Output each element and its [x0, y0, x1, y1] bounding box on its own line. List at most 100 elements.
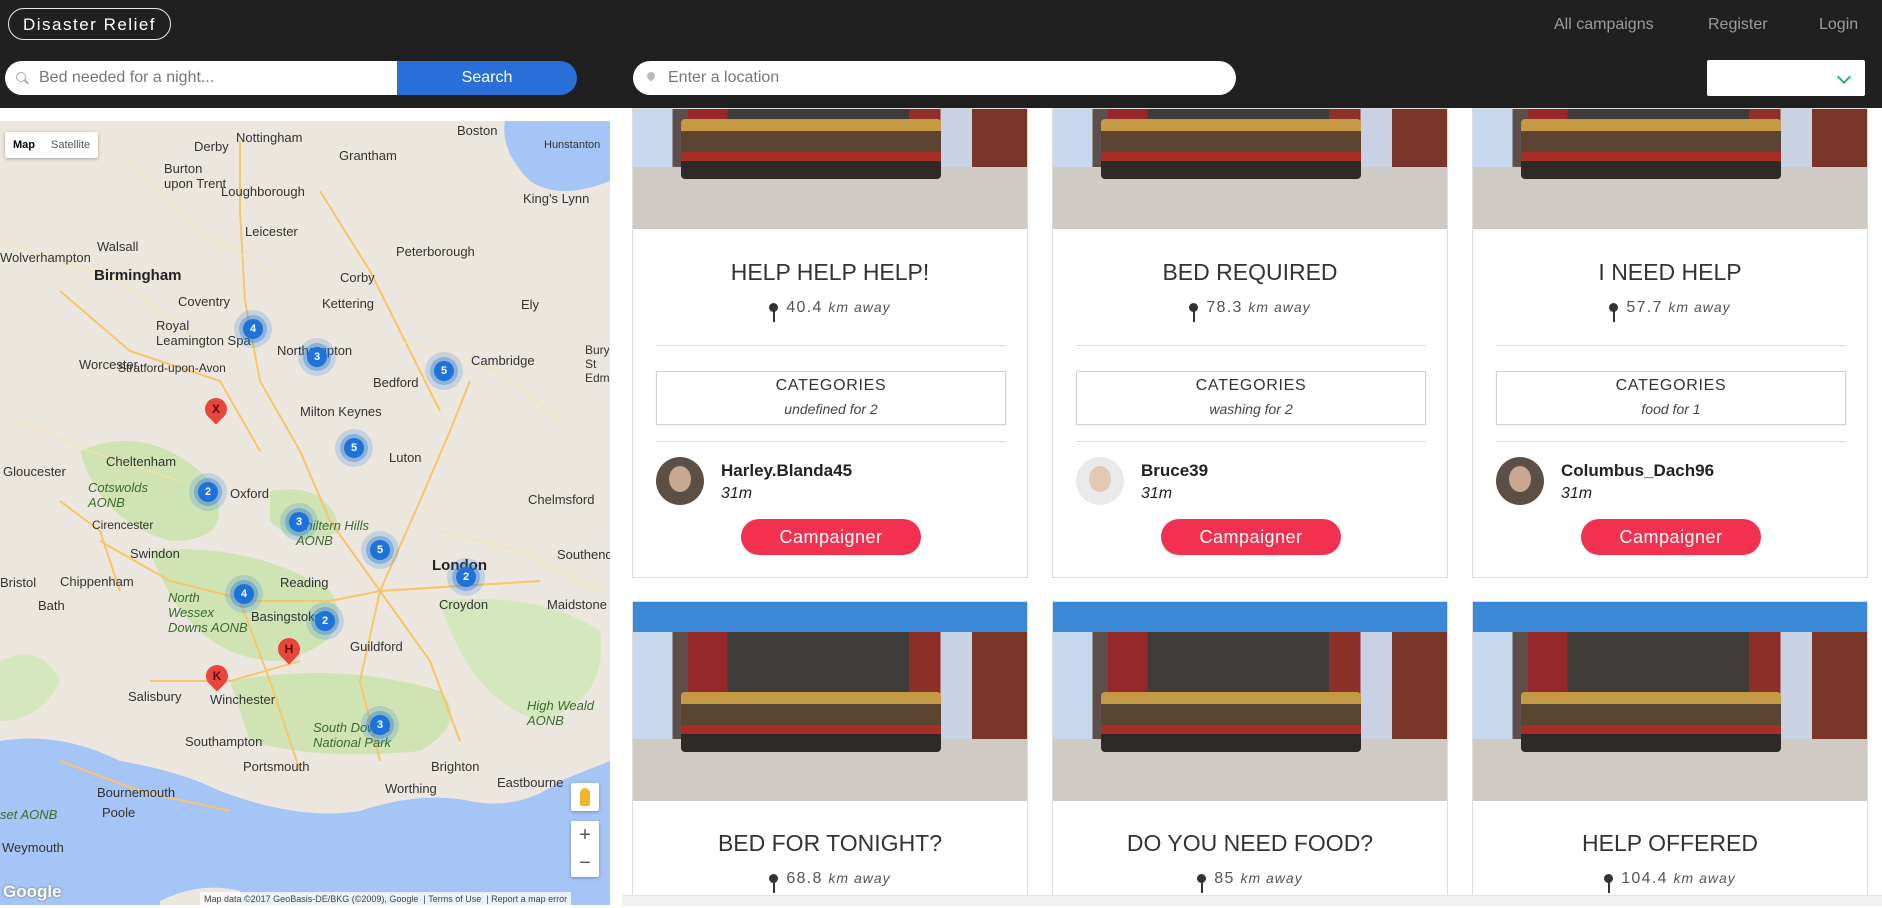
- map-pin-marker[interactable]: H: [273, 633, 305, 665]
- street-view-pegman-icon[interactable]: [571, 783, 599, 811]
- map-cluster-marker[interactable]: 2: [315, 611, 335, 631]
- campaign-card[interactable]: HELP HELP HELP! 40.4 km away CATEGORIES …: [632, 108, 1028, 578]
- campaign-time: 31m: [1141, 485, 1173, 502]
- campaign-distance: 78.3 km away: [1053, 299, 1447, 322]
- categories-label: CATEGORIES: [1615, 377, 1727, 394]
- map-cluster-marker[interactable]: 4: [234, 584, 254, 604]
- campaigner-button[interactable]: Campaigner: [1161, 519, 1341, 555]
- location-pin-icon: [1189, 303, 1199, 322]
- campaign-title: BED FOR TONIGHT?: [717, 830, 943, 856]
- map-pin-marker[interactable]: K: [201, 660, 233, 692]
- map-cluster-marker[interactable]: 4: [243, 319, 263, 339]
- divider: [1076, 345, 1426, 346]
- map-terms-link[interactable]: Terms of Use: [428, 894, 481, 904]
- map-place-label: Loughborough: [221, 184, 305, 199]
- location-input[interactable]: Enter a location: [633, 61, 1236, 95]
- map-place-label: Leicester: [245, 224, 298, 239]
- search-placeholder: Bed needed for a night...: [39, 69, 215, 86]
- map-place-label: Milton Keynes: [300, 404, 382, 419]
- map-cluster-marker[interactable]: 2: [456, 567, 476, 587]
- campaigner-username[interactable]: Bruce39: [1141, 461, 1208, 481]
- map-type-control: Map Satellite: [5, 132, 99, 158]
- map-place-label: Oxford: [230, 486, 270, 501]
- divider: [1076, 441, 1426, 442]
- map-zoom-control: + −: [571, 821, 599, 877]
- search-button[interactable]: Search: [397, 61, 577, 95]
- map-type-map-button[interactable]: Map: [5, 132, 43, 158]
- campaign-image: [1053, 109, 1447, 229]
- map-cluster-marker[interactable]: 3: [289, 512, 309, 532]
- map-place-label: Eastbourne: [497, 775, 564, 790]
- brand-logo-button[interactable]: Disaster Relief: [8, 8, 172, 40]
- campaign-card[interactable]: BED REQUIRED 78.3 km away CATEGORIES was…: [1052, 108, 1448, 578]
- filter-select[interactable]: [1707, 60, 1865, 96]
- categories-box: CATEGORIES undefined for 2: [656, 371, 1006, 425]
- campaign-card[interactable]: I NEED HELP 57.7 km away CATEGORIES food…: [1472, 108, 1868, 578]
- campaigner-username[interactable]: Columbus_Dach96: [1561, 461, 1714, 481]
- map-place-label: Corby: [340, 270, 375, 285]
- map-place-label: Brighton: [431, 759, 480, 774]
- map-place-label: Chelmsford: [528, 492, 595, 507]
- campaign-distance: 40.4 km away: [633, 299, 1027, 322]
- search-input[interactable]: Bed needed for a night...: [5, 61, 397, 95]
- map-place-label: Peterborough: [396, 244, 475, 259]
- divider: [656, 441, 1006, 442]
- horizontal-scrollbar[interactable]: [622, 895, 1882, 906]
- campaign-image: [1473, 109, 1867, 229]
- map-place-label: Ely: [521, 297, 540, 312]
- campaign-distance: 57.7 km away: [1473, 299, 1867, 322]
- map-place-label: Luton: [389, 450, 422, 465]
- map-cluster-marker[interactable]: 3: [370, 715, 390, 735]
- zoom-in-button[interactable]: +: [571, 821, 599, 849]
- campaign-time: 31m: [721, 485, 753, 502]
- divider: [656, 345, 1006, 346]
- map-cluster-marker[interactable]: 3: [307, 347, 327, 367]
- chevron-down-icon: [1836, 69, 1852, 85]
- map-cluster-marker[interactable]: 5: [434, 361, 454, 381]
- map-place-label: Cheltenham: [106, 454, 177, 469]
- campaign-card[interactable]: HELP OFFERED 104.4 km away: [1472, 601, 1868, 895]
- map-place-label: Bedford: [373, 375, 419, 390]
- avatar: [1496, 457, 1544, 505]
- categories-value: food for 1: [1641, 401, 1701, 417]
- map-attribution: Map data ©2017 GeoBasis-DE/BKG (©2009), …: [200, 892, 572, 905]
- map-place-label: Weymouth: [2, 840, 64, 855]
- divider: [1496, 441, 1846, 442]
- map-place-label: King's Lynn: [523, 191, 590, 206]
- campaigner-button[interactable]: Campaigner: [1581, 519, 1761, 555]
- categories-label: CATEGORIES: [775, 377, 887, 394]
- map-cluster-marker[interactable]: 2: [198, 482, 218, 502]
- campaign-card[interactable]: DO YOU NEED FOOD? 85 km away: [1052, 601, 1448, 895]
- location-pin-icon: [1609, 303, 1619, 322]
- map-place-label: Winchester: [210, 692, 276, 707]
- campaigner-username[interactable]: Harley.Blanda45: [721, 461, 852, 481]
- nav-register[interactable]: Register: [1708, 16, 1768, 34]
- campaign-image: [1053, 602, 1447, 801]
- avatar: [656, 457, 704, 505]
- map-place-label: Worthing: [385, 781, 437, 796]
- google-logo: Google: [3, 882, 62, 901]
- map-panel[interactable]: Map Satellite Nottingham Boston Derby Hu…: [0, 121, 610, 905]
- map-type-satellite-button[interactable]: Satellite: [43, 132, 98, 158]
- campaign-title: HELP OFFERED: [1582, 830, 1758, 856]
- map-cluster-marker[interactable]: 5: [344, 438, 364, 458]
- map-place-label: Birmingham: [94, 267, 182, 284]
- nav-all-campaigns[interactable]: All campaigns: [1554, 16, 1654, 34]
- campaign-image: [633, 109, 1027, 229]
- campaign-card[interactable]: BED FOR TONIGHT? 68.8 km away: [632, 601, 1028, 895]
- map-pin-marker[interactable]: X: [200, 393, 232, 425]
- nav-login[interactable]: Login: [1819, 16, 1858, 34]
- zoom-out-button[interactable]: −: [571, 849, 599, 877]
- map-place-label: Southampton: [185, 734, 263, 749]
- map-place-label: Bath: [38, 598, 65, 613]
- location-pin-icon: [645, 70, 657, 82]
- map-report-link[interactable]: Report a map error: [491, 894, 567, 904]
- campaign-title: I NEED HELP: [1598, 259, 1742, 285]
- map-cluster-marker[interactable]: 5: [370, 540, 390, 560]
- map-place-label: Reading: [280, 575, 329, 590]
- map-place-label: Cirencester: [92, 518, 154, 532]
- map-place-label: High Weald AONB: [527, 698, 594, 728]
- map-place-label: Grantham: [339, 148, 397, 163]
- avatar: [1076, 457, 1124, 505]
- campaigner-button[interactable]: Campaigner: [741, 519, 921, 555]
